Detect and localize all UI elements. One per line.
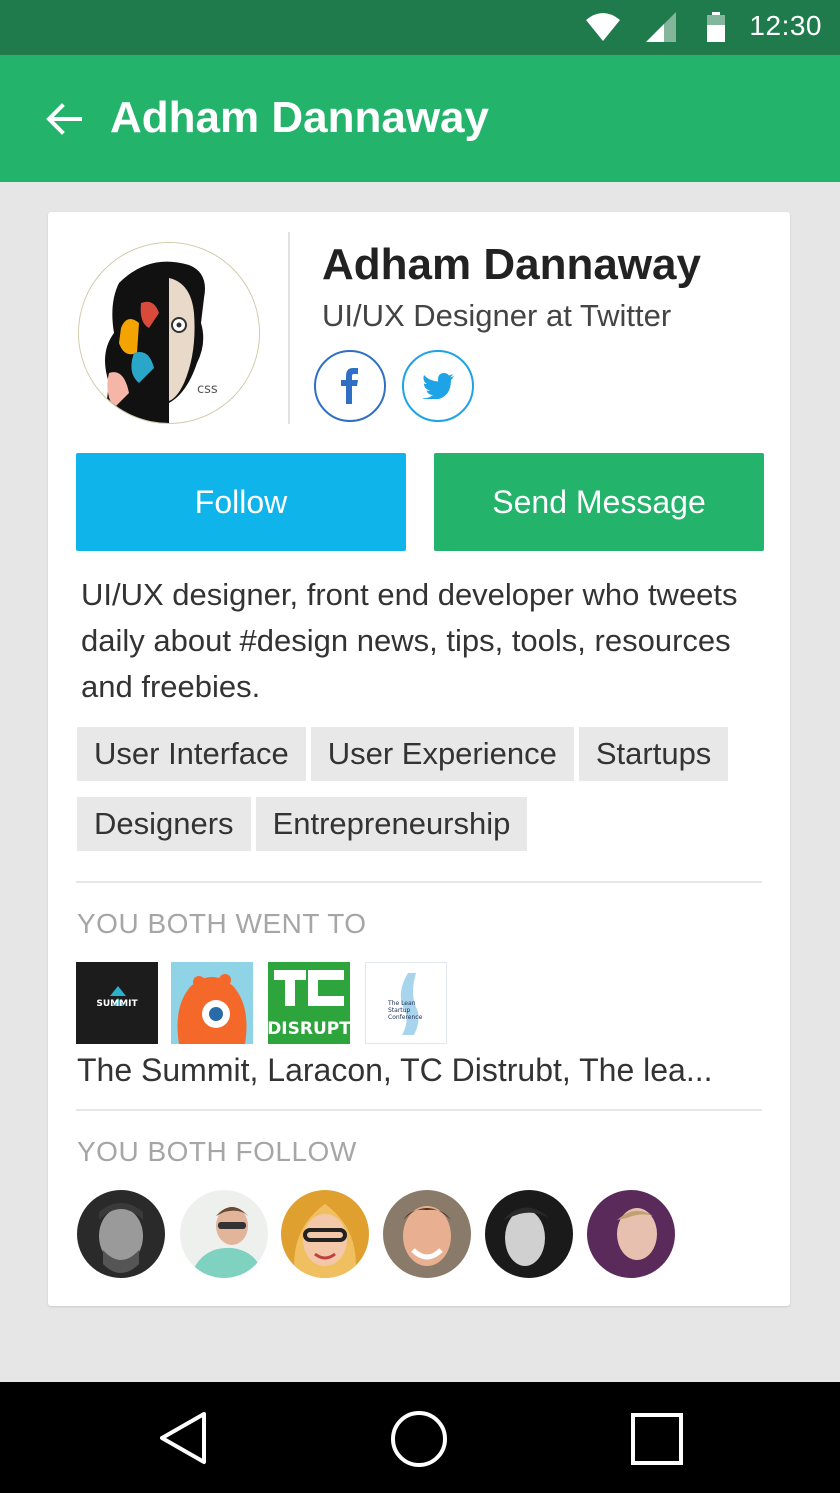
- twitter-button[interactable]: [402, 350, 474, 422]
- followed-avatar-5[interactable]: [485, 1190, 573, 1278]
- followed-avatar-1[interactable]: [77, 1190, 165, 1278]
- profile-job-title: UI/UX Designer at Twitter: [322, 298, 672, 333]
- tag-user-interface[interactable]: User Interface: [77, 727, 306, 781]
- section-divider: [76, 1109, 762, 1111]
- header-divider: [288, 232, 290, 424]
- events-summary: The Summit, Laracon, TC Distrubt, The le…: [77, 1052, 713, 1088]
- tc-disrupt-logo[interactable]: DISRUPT: [268, 962, 350, 1044]
- follow-label: YOU BOTH FOLLOW: [77, 1136, 357, 1167]
- status-time: 12:30: [749, 10, 822, 41]
- svg-text:Conference: Conference: [388, 1014, 423, 1021]
- send-message-button[interactable]: Send Message: [434, 453, 764, 551]
- status-bar: 12:30: [0, 0, 840, 55]
- svg-text:DISRUPT: DISRUPT: [268, 1019, 350, 1039]
- nav-home-icon[interactable]: [390, 1410, 448, 1468]
- profile-name: Adham Dannaway: [322, 240, 701, 289]
- twitter-icon: [422, 373, 454, 399]
- facebook-button[interactable]: [314, 350, 386, 422]
- tag-startups[interactable]: Startups: [578, 727, 729, 781]
- svg-text:Startup: Startup: [388, 1007, 410, 1014]
- went-to-label: YOU BOTH WENT TO: [77, 908, 367, 939]
- followed-avatar-6[interactable]: [587, 1190, 675, 1278]
- lean-startup-logo[interactable]: The Lean Startup Conference: [365, 962, 447, 1044]
- profile-avatar: css: [78, 242, 260, 424]
- svg-text:SUMMIT: SUMMIT: [96, 999, 138, 1009]
- wifi-icon: [586, 13, 620, 41]
- signal-icon: [646, 12, 676, 42]
- back-arrow-icon[interactable]: [44, 99, 84, 139]
- svg-text:The Lean: The Lean: [387, 1000, 416, 1007]
- tag-entrepreneurship[interactable]: Entrepreneurship: [255, 797, 528, 851]
- nav-back-icon[interactable]: [156, 1410, 210, 1466]
- profile-bio: UI/UX designer, front end developer who …: [81, 577, 738, 704]
- svg-text:css: css: [197, 382, 218, 397]
- system-nav-bar: [0, 1382, 840, 1493]
- laracon-logo[interactable]: [171, 962, 253, 1044]
- nav-recents-icon[interactable]: [630, 1412, 684, 1466]
- facebook-icon: [341, 368, 358, 404]
- section-divider: [76, 881, 762, 883]
- followed-avatar-3[interactable]: [281, 1190, 369, 1278]
- followed-avatar-2[interactable]: [180, 1190, 268, 1278]
- followed-avatar-4[interactable]: [383, 1190, 471, 1278]
- tag-designers[interactable]: Designers: [77, 797, 251, 851]
- summit-logo[interactable]: SUMMIT: [76, 962, 158, 1044]
- follow-button[interactable]: Follow: [76, 453, 406, 551]
- interest-tags: User Interface User Experience Startups Des…: [77, 727, 777, 867]
- page-title: Adham Dannaway: [110, 93, 489, 142]
- app-bar: Adham Dannaway: [0, 55, 840, 182]
- battery-icon: [707, 12, 725, 42]
- profile-card: css Adham Dannaway UI/UX Designer at Twi…: [48, 212, 790, 1306]
- tag-user-experience[interactable]: User Experience: [310, 727, 574, 781]
